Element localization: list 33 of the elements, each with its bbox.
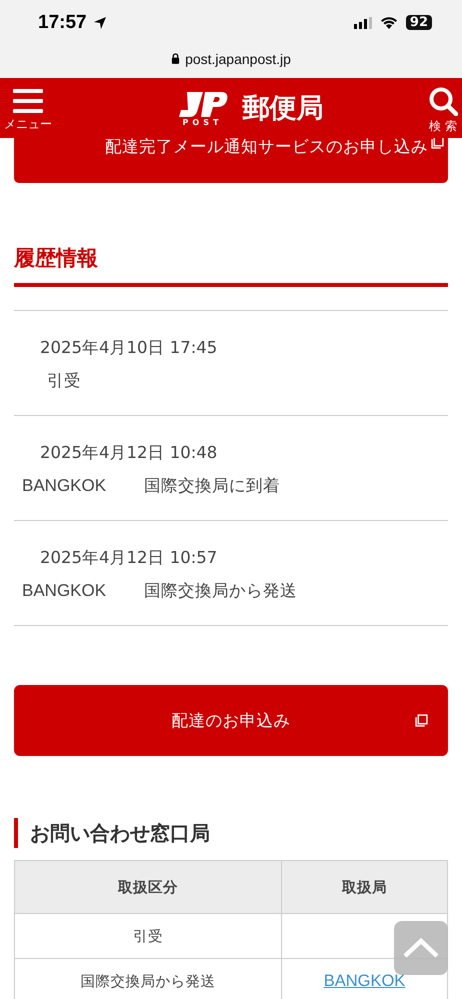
entry-status: 引受 bbox=[47, 371, 81, 391]
entry-datetime: 2025年4月12日 10:48 bbox=[39, 442, 218, 463]
scroll-to-top-button[interactable] bbox=[394, 921, 448, 975]
external-window-icon bbox=[431, 136, 444, 149]
wifi-icon bbox=[380, 16, 398, 29]
status-time: 17:57 bbox=[38, 12, 87, 34]
jp-logo-icon bbox=[176, 90, 228, 118]
column-header: 取扱区分 bbox=[14, 860, 282, 914]
section-title: お問い合わせ窓口局 bbox=[14, 818, 448, 848]
lock-icon bbox=[171, 53, 180, 64]
external-window-icon bbox=[415, 714, 428, 727]
delivery-request-button[interactable]: 配達のお申込み bbox=[14, 685, 448, 756]
column-header: 取扱局 bbox=[282, 860, 448, 914]
entry-location: BANGKOK bbox=[22, 581, 108, 601]
search-icon bbox=[428, 86, 458, 116]
entry-status: 国際交換局から発送 bbox=[144, 581, 297, 601]
chevron-up-icon bbox=[401, 936, 441, 960]
search-button[interactable]: 検 索 bbox=[428, 82, 458, 134]
entry-datetime: 2025年4月10日 17:45 bbox=[39, 337, 218, 358]
location-arrow-icon bbox=[92, 16, 107, 30]
signal-icon bbox=[354, 16, 374, 28]
battery-level: 92 bbox=[406, 15, 432, 30]
table-cell: 国際交換局から発送 bbox=[14, 958, 282, 999]
entry-location: BANGKOK bbox=[22, 476, 108, 496]
site-name[interactable]: 郵便局 bbox=[242, 90, 324, 126]
table-cell: 引受 bbox=[14, 914, 282, 958]
section-title: 履歴情報 bbox=[14, 245, 99, 272]
menu-button[interactable]: メニュー bbox=[4, 84, 52, 132]
entry-datetime: 2025年4月12日 10:57 bbox=[39, 547, 218, 568]
url-text[interactable]: post.japanpost.jp bbox=[185, 50, 291, 66]
menu-icon bbox=[13, 88, 43, 114]
logo-subtitle: POST bbox=[182, 118, 222, 126]
entry-status: 国際交換局に到着 bbox=[144, 476, 280, 496]
